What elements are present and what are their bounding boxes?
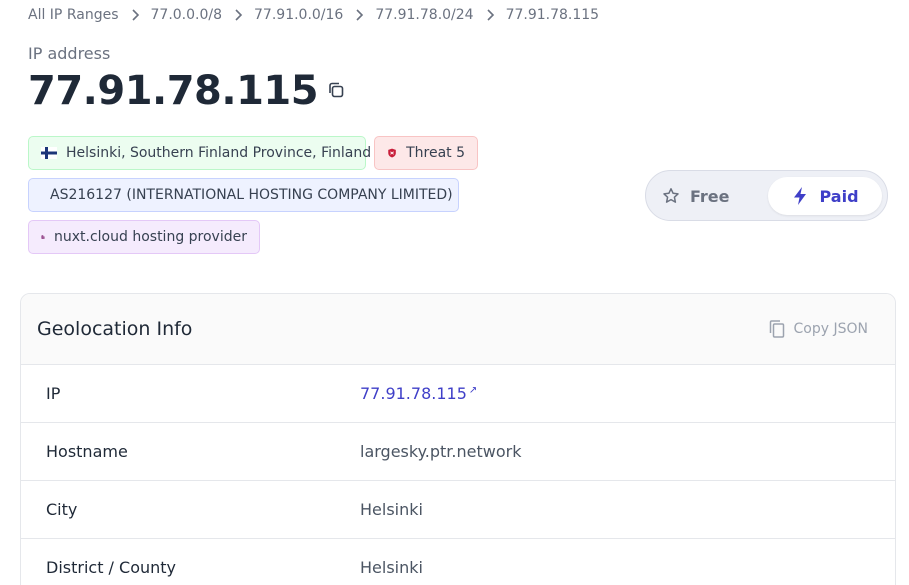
asn-text: AS216127 (INTERNATIONAL HOSTING COMPANY … [50,187,453,203]
external-link-icon: ↗ [468,384,478,396]
hosting-text: nuxt.cloud hosting provider [54,229,247,245]
ip-link[interactable]: 77.91.78.115 ↗ [360,384,477,403]
breadcrumb-range-24[interactable]: 77.91.78.0/24 [375,7,473,23]
free-plan-label: Free [690,186,730,206]
info-key: IP [46,384,61,403]
info-row-city: City Helsinki [21,481,895,539]
info-key: City [46,500,78,519]
ip-address-label: IP address [28,44,111,63]
location-text: Helsinki, Southern Finland Province, Fin… [66,145,372,161]
copy-icon [769,320,784,338]
info-key: Hostname [46,442,128,461]
geolocation-card: Geolocation Info Copy JSON IP 77.91.78.1… [20,293,896,585]
free-plan-button[interactable]: Free [662,180,730,212]
info-row-hostname: Hostname largesky.ptr.network [21,423,895,481]
location-tag: Helsinki, Southern Finland Province, Fin… [28,136,371,170]
copy-json-button[interactable]: Copy JSON [768,319,868,339]
chevron-right-icon [119,9,151,21]
copy-icon[interactable] [326,80,346,100]
info-value: Helsinki [360,558,423,577]
breadcrumb: All IP Ranges 77.0.0.0/8 77.91.0.0/16 77… [28,7,599,23]
plan-toggle: Free Paid [645,170,888,221]
star-icon [663,188,679,203]
geolocation-title: Geolocation Info [37,318,193,340]
threat-tag: Threat 5 [374,136,478,170]
paid-plan-button[interactable]: Paid [768,177,882,215]
building-icon [41,229,45,245]
ip-title: 77.91.78.115 [28,66,346,116]
page-title: 77.91.78.115 [28,68,319,114]
breadcrumb-current-ip: 77.91.78.115 [505,7,600,23]
shield-icon [387,145,397,161]
copy-json-label: Copy JSON [793,321,868,337]
info-value: Helsinki [360,500,423,519]
breadcrumb-range-8[interactable]: 77.0.0.0/8 [151,7,223,23]
info-row-district: District / County Helsinki [21,539,895,585]
asn-tag[interactable]: AS216127 (INTERNATIONAL HOSTING COMPANY … [28,178,459,212]
hosting-tag: nuxt.cloud hosting provider [28,220,260,254]
breadcrumb-all-ranges[interactable]: All IP Ranges [28,7,119,23]
chevron-right-icon [222,9,254,21]
breadcrumb-range-16[interactable]: 77.91.0.0/16 [254,7,343,23]
info-row-ip: IP 77.91.78.115 ↗ [21,365,895,423]
chevron-right-icon [343,9,375,21]
finland-flag-icon [41,145,57,161]
geolocation-card-header: Geolocation Info Copy JSON [21,294,895,365]
chevron-right-icon [474,9,506,21]
ip-link-text: 77.91.78.115 [360,384,467,403]
threat-text: Threat 5 [406,145,465,161]
info-value: largesky.ptr.network [360,442,522,461]
lightning-icon [794,187,807,205]
info-key: District / County [46,558,177,577]
paid-plan-label: Paid [819,186,859,206]
